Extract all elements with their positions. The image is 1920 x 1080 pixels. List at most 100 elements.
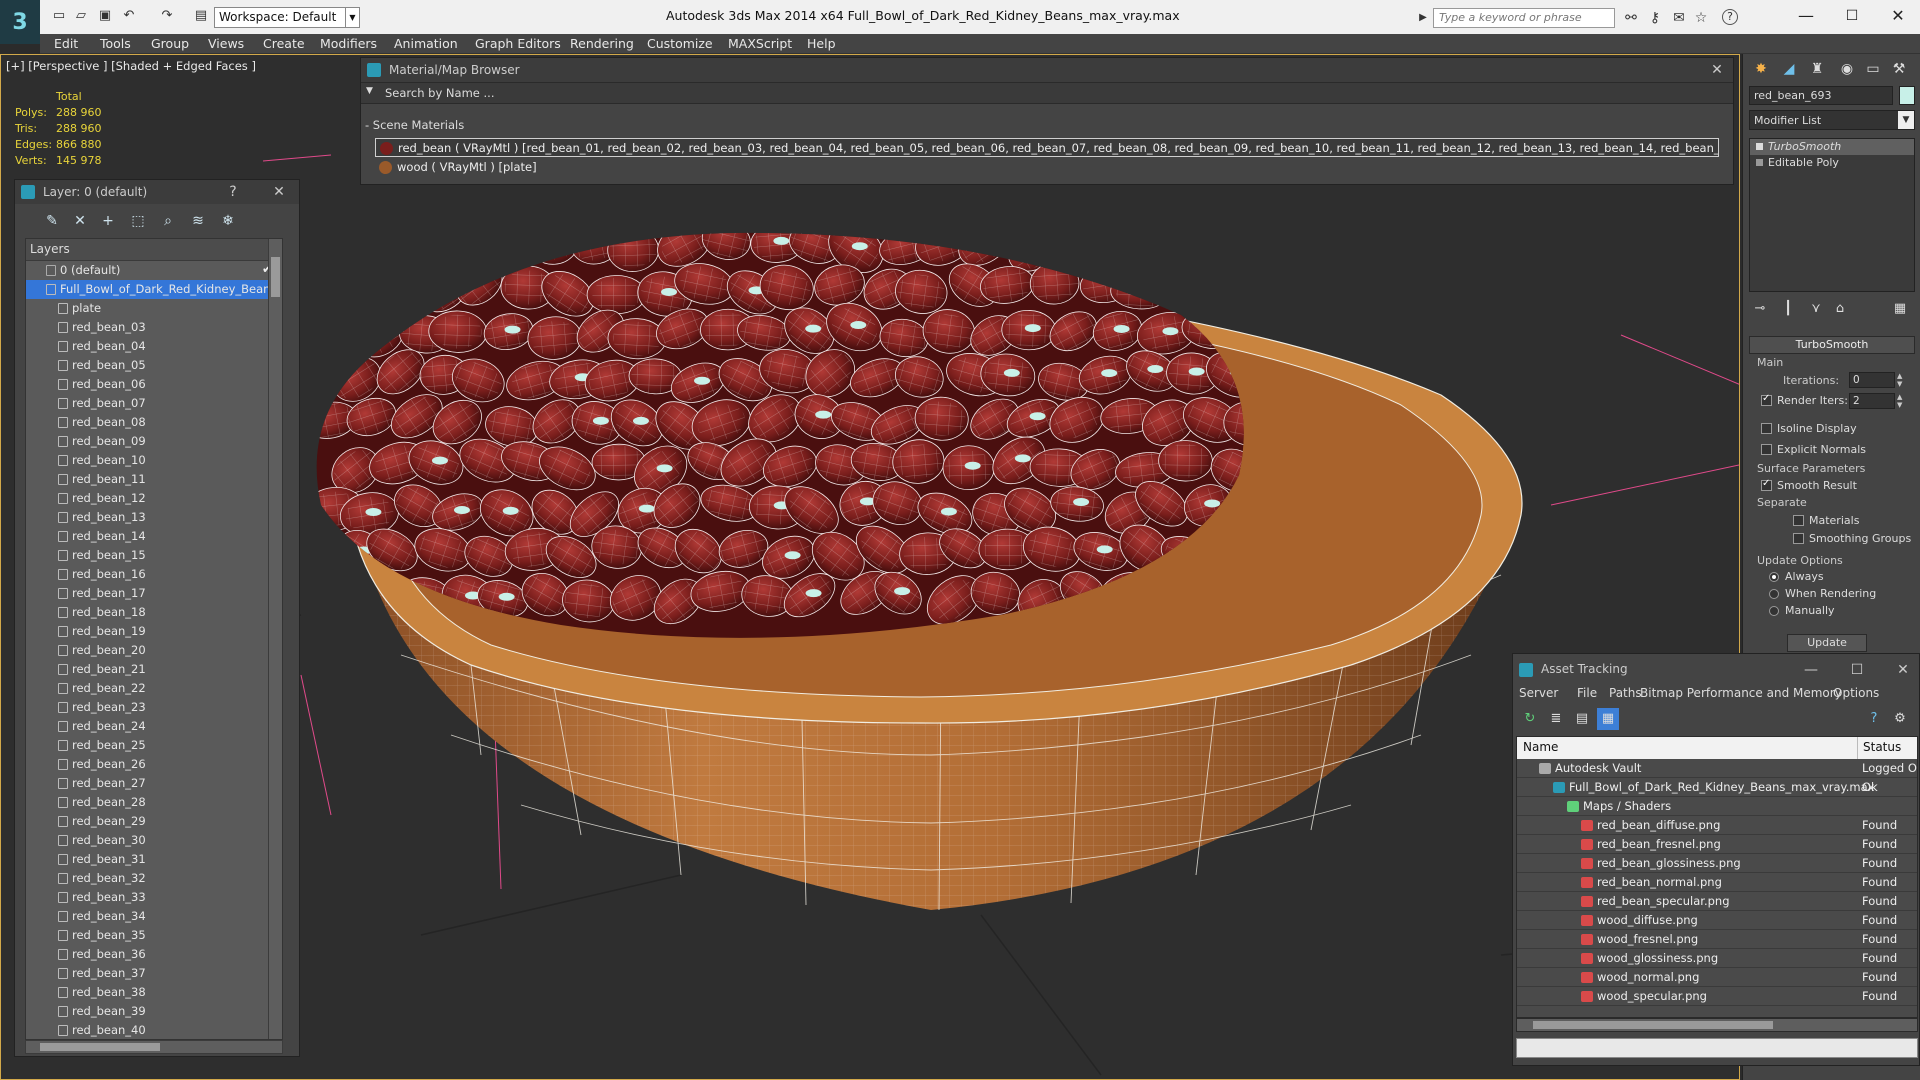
layer-object-row[interactable]: red_bean_27: [26, 774, 282, 793]
minimize-icon[interactable]: —: [1801, 660, 1821, 680]
make-unique-icon[interactable]: ⋎: [1805, 298, 1827, 320]
red-bean[interactable]: [1179, 209, 1243, 270]
layer-object-row[interactable]: red_bean_23: [26, 698, 282, 717]
layer-object-row[interactable]: red_bean_04: [26, 337, 282, 356]
layer-object-row[interactable]: red_bean_34: [26, 907, 282, 926]
close-icon[interactable]: ✕: [269, 182, 289, 202]
menu-customize[interactable]: Customize: [647, 36, 713, 51]
red-bean[interactable]: [1127, 208, 1195, 270]
layer-list[interactable]: Layers 0 (default) ✔ Full_Bowl_of_Dark_R…: [25, 238, 283, 1040]
layer-object-row[interactable]: red_bean_03: [26, 318, 282, 337]
spinner-arrows-icon[interactable]: ▲ ▼: [1897, 372, 1905, 388]
layer-vertical-scrollbar[interactable]: [268, 239, 282, 1039]
maximize-icon[interactable]: ☐: [1832, 4, 1872, 28]
asset-row[interactable]: Full_Bowl_of_Dark_Red_Kidney_Beans_max_v…: [1517, 778, 1917, 797]
remove-modifier-icon[interactable]: ⌂: [1829, 298, 1851, 320]
when-rendering-radio[interactable]: [1769, 589, 1779, 599]
project-folder-icon[interactable]: ▤: [192, 8, 210, 24]
layer-object-row[interactable]: red_bean_14: [26, 527, 282, 546]
detail-view-icon[interactable]: ▤: [1571, 708, 1593, 730]
asset-row[interactable]: red_bean_fresnel.png Found: [1517, 835, 1917, 854]
maximize-icon[interactable]: ☐: [1847, 660, 1867, 680]
layer-object-row[interactable]: red_bean_28: [26, 793, 282, 812]
layer-object-row[interactable]: red_bean_08: [26, 413, 282, 432]
layer-object-row[interactable]: red_bean_40: [26, 1021, 282, 1039]
asset-menu-file[interactable]: File: [1577, 686, 1597, 700]
asset-menu-options[interactable]: Options: [1833, 686, 1879, 700]
keyword-search-input[interactable]: Type a keyword or phrase: [1433, 8, 1615, 28]
undo-icon[interactable]: ↶: [120, 8, 138, 24]
layer-object-row[interactable]: red_bean_22: [26, 679, 282, 698]
red-bean[interactable]: [296, 302, 359, 361]
red-bean[interactable]: [433, 216, 494, 273]
layer-horizontal-scrollbar[interactable]: [25, 1040, 283, 1054]
layer-object-row[interactable]: red_bean_31: [26, 850, 282, 869]
asset-menu-paths[interactable]: Paths: [1609, 686, 1642, 700]
red-bean[interactable]: [305, 225, 357, 266]
hierarchy-tab-icon[interactable]: ♜: [1805, 58, 1829, 80]
object-color-swatch[interactable]: [1899, 86, 1915, 105]
red-bean[interactable]: [470, 223, 533, 265]
select-objects-icon[interactable]: ⬚: [127, 210, 149, 232]
turbosmooth-rollout-header[interactable]: TurboSmooth: [1749, 336, 1915, 354]
asset-row[interactable]: wood_diffuse.png Found: [1517, 911, 1917, 930]
red-bean[interactable]: [1153, 257, 1220, 314]
asset-row[interactable]: wood_fresnel.png Found: [1517, 930, 1917, 949]
layer-object-row[interactable]: red_bean_06: [26, 375, 282, 394]
menu-maxscript[interactable]: MAXScript: [728, 36, 792, 51]
asset-row[interactable]: wood_glossiness.png Found: [1517, 949, 1917, 968]
layer-panel-titlebar[interactable]: Layer: 0 (default) ? ✕: [15, 180, 299, 204]
asset-path-field[interactable]: [1516, 1038, 1918, 1058]
help-icon[interactable]: ?: [223, 182, 243, 202]
asset-row[interactable]: Maps / Shaders: [1517, 797, 1917, 816]
stack-item-editable-poly[interactable]: Editable Poly: [1750, 155, 1914, 171]
red-bean[interactable]: [1206, 264, 1272, 325]
asset-row[interactable]: wood_normal.png Found: [1517, 968, 1917, 987]
layer-object-row[interactable]: red_bean_35: [26, 926, 282, 945]
layer-object-row[interactable]: red_bean_30: [26, 831, 282, 850]
manually-radio[interactable]: [1769, 606, 1779, 616]
create-layer-icon[interactable]: ✎: [41, 210, 63, 232]
iterations-spinner[interactable]: 0: [1849, 372, 1895, 388]
red-bean[interactable]: [337, 223, 401, 276]
utilities-tab-icon[interactable]: ⚒: [1887, 58, 1911, 80]
configure-sets-icon[interactable]: ▦: [1889, 298, 1911, 320]
always-radio[interactable]: [1769, 572, 1779, 582]
isoline-display-checkbox[interactable]: [1761, 423, 1772, 434]
new-file-icon[interactable]: ▭: [50, 8, 68, 24]
smooth-result-checkbox[interactable]: [1761, 478, 1772, 491]
settings-icon[interactable]: ⚙: [1889, 708, 1911, 730]
create-tab-icon[interactable]: ✸: [1749, 58, 1773, 80]
layer-object-row[interactable]: red_bean_17: [26, 584, 282, 603]
menu-graph-editors[interactable]: Graph Editors: [475, 36, 561, 51]
layer-object-row[interactable]: red_bean_33: [26, 888, 282, 907]
material-row-red-bean[interactable]: red_bean ( VRayMtl ) [red_bean_01, red_b…: [375, 138, 1719, 157]
expand-icon[interactable]: [1756, 159, 1763, 166]
subscription-key-icon[interactable]: ⚷: [1646, 9, 1664, 27]
table-view-icon[interactable]: ▦: [1597, 708, 1619, 730]
lightbulb-icon[interactable]: [1756, 143, 1763, 150]
layer-object-row[interactable]: red_bean_37: [26, 964, 282, 983]
modifier-stack[interactable]: TurboSmooth Editable Poly: [1749, 138, 1915, 292]
close-icon[interactable]: ✕: [1893, 660, 1913, 680]
explicit-normals-checkbox[interactable]: [1761, 444, 1772, 455]
layer-object-row[interactable]: red_bean_09: [26, 432, 282, 451]
menu-tools[interactable]: Tools: [100, 36, 131, 51]
highlight-layer-icon[interactable]: ⌕: [157, 210, 179, 232]
smoothing-groups-checkbox[interactable]: [1793, 533, 1804, 544]
help-icon[interactable]: ?: [1863, 708, 1885, 730]
asset-horizontal-scrollbar[interactable]: [1516, 1018, 1918, 1032]
layer-default[interactable]: 0 (default) ✔: [26, 261, 282, 280]
layer-object-row[interactable]: red_bean_32: [26, 869, 282, 888]
red-bean[interactable]: [302, 566, 368, 620]
open-file-icon[interactable]: ▱: [72, 8, 90, 24]
search-expand-icon[interactable]: ▶: [1414, 9, 1432, 27]
asset-row[interactable]: red_bean_diffuse.png Found: [1517, 816, 1917, 835]
asset-tracking-titlebar[interactable]: Asset Tracking — ☐ ✕: [1513, 654, 1919, 684]
layer-object-row[interactable]: red_bean_10: [26, 451, 282, 470]
asset-row[interactable]: wood_specular.png Found: [1517, 987, 1917, 1006]
scroll-thumb[interactable]: [1533, 1021, 1773, 1029]
pin-stack-icon[interactable]: ⊸: [1749, 298, 1771, 320]
delete-layer-icon[interactable]: ✕: [69, 210, 91, 232]
favorites-star-icon[interactable]: ☆: [1692, 9, 1710, 27]
